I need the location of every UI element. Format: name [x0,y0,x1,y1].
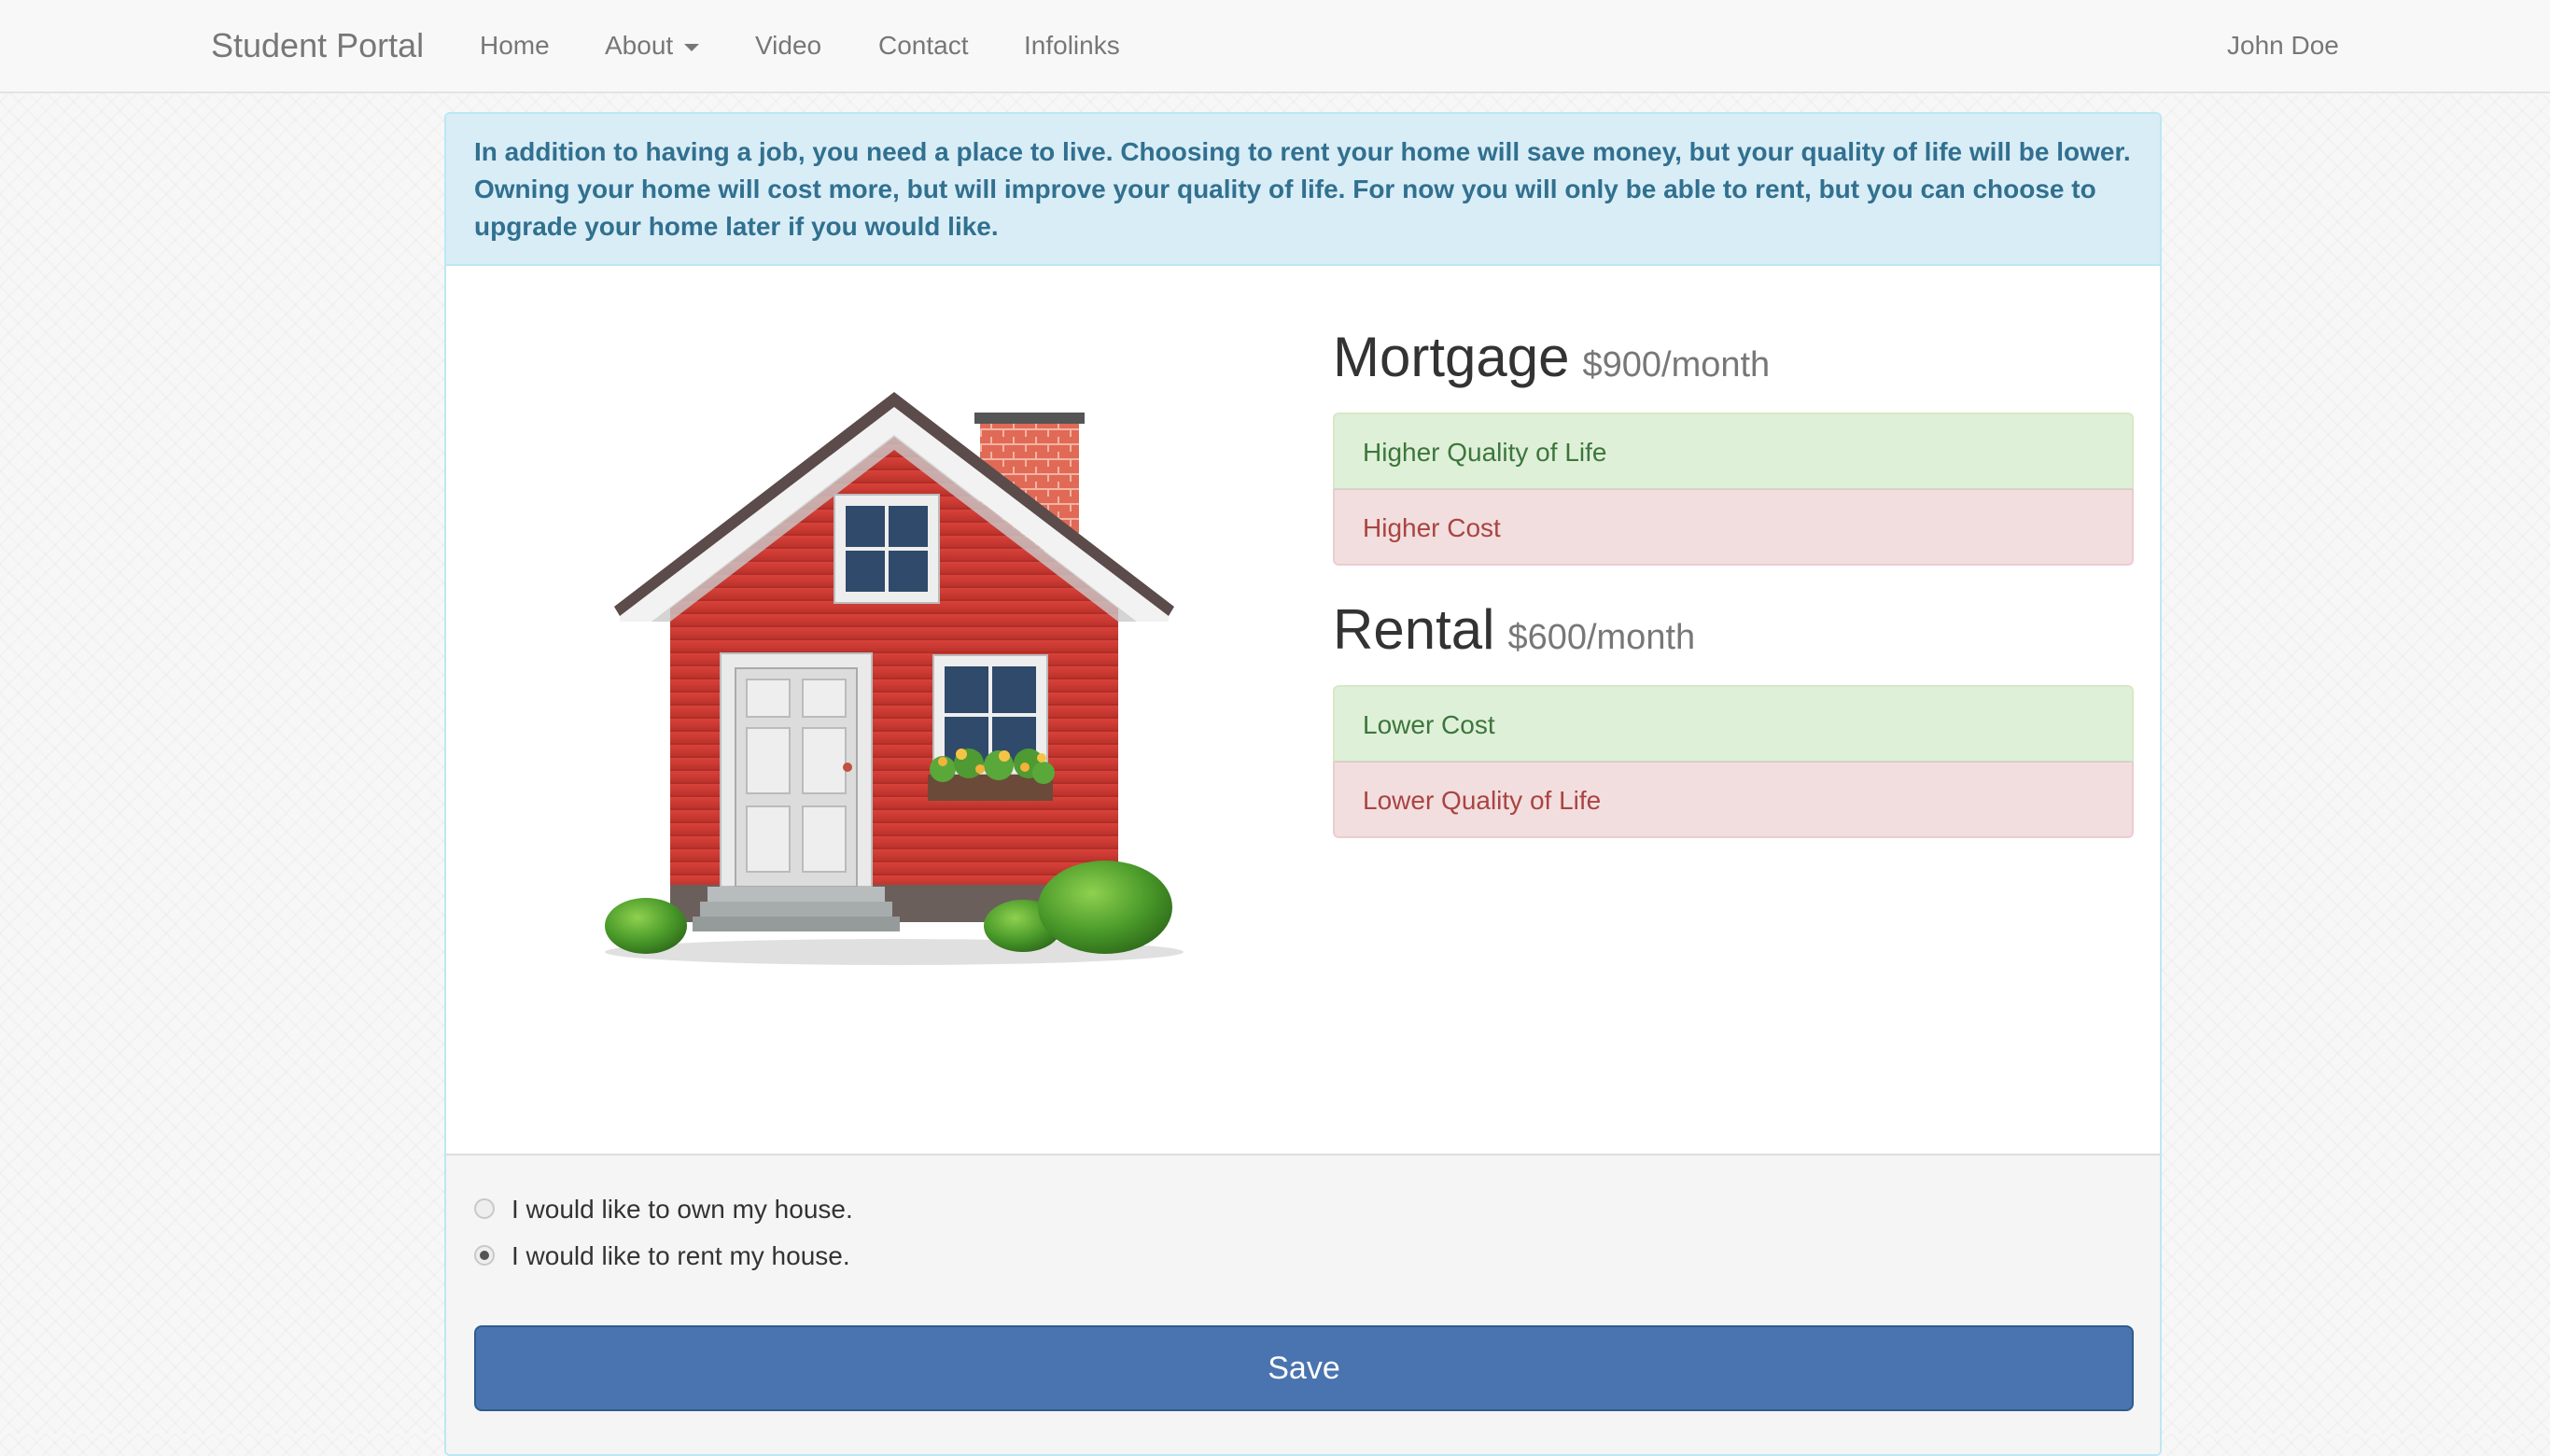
user-menu[interactable]: John Doe [2227,0,2339,91]
mortgage-list: Higher Quality of Life Higher Cost [1333,413,2134,566]
rent-radio[interactable] [474,1245,495,1266]
intro-text: In addition to having a job, you need a … [446,114,2160,266]
nav-about-label: About [605,31,674,60]
housing-panel: In addition to having a job, you need a … [444,112,2162,1456]
rental-list: Lower Cost Lower Quality of Life [1333,685,2134,838]
rental-pro: Lower Cost [1333,685,2134,762]
brand-link[interactable]: Student Portal [211,0,424,91]
house-illustration [577,392,1212,989]
rental-price: $600/month [1507,618,1696,657]
nav-home[interactable]: Home [480,0,550,91]
nav-about[interactable]: About [605,0,700,91]
top-navbar: Student Portal Home About Video Contact … [0,0,2550,93]
rental-title: Rental [1333,598,1495,661]
mortgage-pro: Higher Quality of Life [1333,413,2134,489]
mortgage-title: Mortgage [1333,326,1570,388]
mortgage-heading: Mortgage $900/month [1333,325,1770,389]
rent-label[interactable]: I would like to rent my house. [511,1238,850,1275]
rental-con: Lower Quality of Life [1333,762,2134,838]
nav-infolinks[interactable]: Infolinks [1024,0,1120,91]
own-label[interactable]: I would like to own my house. [511,1191,853,1228]
nav-video[interactable]: Video [755,0,821,91]
caret-down-icon [684,43,700,51]
rental-heading: Rental $600/month [1333,597,1695,662]
nav-contact[interactable]: Contact [878,0,969,91]
mortgage-price: $900/month [1582,345,1771,385]
choice-footer: I would like to own my house. I would li… [446,1154,2160,1454]
own-radio[interactable] [474,1198,495,1219]
mortgage-con: Higher Cost [1333,489,2134,566]
save-button[interactable]: Save [474,1325,2134,1411]
